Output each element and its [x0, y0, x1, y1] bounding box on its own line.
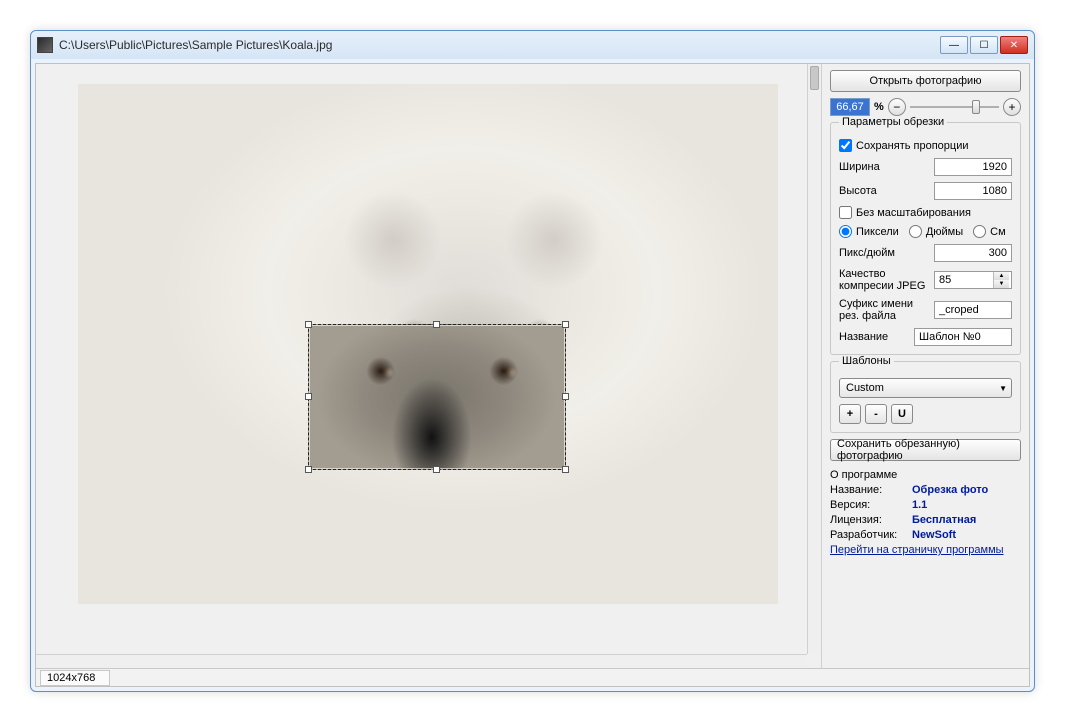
name-row: Название: [839, 328, 1012, 346]
template-select[interactable]: Custom ▼: [839, 378, 1012, 398]
percent-label: %: [874, 101, 884, 113]
no-scale-label: Без масштабирования: [856, 207, 971, 219]
ppi-label: Пикс/дюйм: [839, 247, 928, 259]
keep-aspect-label: Сохранять пропорции: [856, 140, 969, 152]
plus-icon: +: [1008, 101, 1015, 113]
unit-px-radio[interactable]: Пиксели: [839, 225, 899, 238]
crop-handle-bottom-left[interactable]: [305, 466, 312, 473]
about-link[interactable]: Перейти на страничку программы: [830, 544, 1021, 556]
minimize-button[interactable]: —: [940, 36, 968, 54]
client-area: Открыть фотографию % − + Параметры обрез…: [35, 63, 1030, 687]
jpeg-spinner[interactable]: ▲ ▼: [934, 271, 1012, 289]
open-photo-label: Открыть фотографию: [870, 75, 982, 87]
keep-aspect-input[interactable]: [839, 139, 852, 152]
suffix-row: Суфикс имени рез. файла: [839, 298, 1012, 322]
canvas-panel: [36, 64, 821, 668]
templates-title: Шаблоны: [839, 355, 894, 367]
width-input[interactable]: [934, 158, 1012, 176]
status-bar: 1024x768: [36, 668, 1029, 686]
vertical-scrollbar[interactable]: [807, 64, 821, 654]
crop-handle-middle-left[interactable]: [305, 393, 312, 400]
zoom-slider[interactable]: [910, 98, 999, 116]
height-label: Высота: [839, 185, 928, 197]
about-lic-value: Бесплатная: [912, 514, 976, 526]
unit-in-radio[interactable]: Дюймы: [909, 225, 963, 238]
window-controls: — ☐ ✕: [940, 36, 1028, 54]
crop-handle-top-middle[interactable]: [433, 321, 440, 328]
crop-group-title: Параметры обрезки: [839, 116, 947, 128]
scroll-thumb[interactable]: [810, 66, 819, 90]
about-section: О программе Название: Обрезка фото Версия…: [830, 469, 1021, 556]
crop-selection[interactable]: [308, 324, 566, 470]
canvas[interactable]: [36, 64, 807, 654]
app-window: C:\Users\Public\Pictures\Sample Pictures…: [30, 30, 1035, 692]
about-title: О программе: [830, 469, 1021, 481]
crop-parameters-group: Параметры обрезки Сохранять пропорции Ши…: [830, 122, 1021, 355]
no-scale-checkbox[interactable]: Без масштабирования: [839, 206, 1012, 219]
minimize-icon: —: [949, 40, 959, 51]
chevron-down-icon: ▼: [999, 384, 1007, 393]
suffix-label: Суфикс имени рез. файла: [839, 298, 928, 322]
about-name-value: Обрезка фото: [912, 484, 988, 496]
jpeg-input[interactable]: [935, 272, 993, 288]
jpeg-row: Качество компресии JPEG ▲ ▼: [839, 268, 1012, 292]
crop-handle-bottom-middle[interactable]: [433, 466, 440, 473]
name-label: Название: [839, 331, 908, 343]
ppi-row: Пикс/дюйм: [839, 244, 1012, 262]
unit-cm-radio[interactable]: См: [973, 225, 1006, 238]
ppi-input[interactable]: [934, 244, 1012, 262]
side-panel: Открыть фотографию % − + Параметры обрез…: [821, 64, 1029, 668]
zoom-out-button[interactable]: −: [888, 98, 906, 116]
template-update-button[interactable]: U: [891, 404, 913, 424]
zoom-row: % − +: [830, 98, 1021, 116]
about-dev-value: NewSoft: [912, 529, 956, 541]
slider-track: [910, 106, 999, 108]
about-lic-key: Лицензия:: [830, 514, 908, 526]
title-bar[interactable]: C:\Users\Public\Pictures\Sample Pictures…: [31, 31, 1034, 59]
spin-down-icon[interactable]: ▼: [994, 280, 1009, 288]
height-row: Высота: [839, 182, 1012, 200]
horizontal-scrollbar[interactable]: [36, 654, 807, 668]
save-cropped-button[interactable]: Сохранить обрезанную) фотографию: [830, 439, 1021, 461]
main-area: Открыть фотографию % − + Параметры обрез…: [36, 64, 1029, 668]
minus-icon: −: [893, 101, 900, 113]
template-add-button[interactable]: +: [839, 404, 861, 424]
crop-handle-bottom-right[interactable]: [562, 466, 569, 473]
name-input[interactable]: [914, 328, 1012, 346]
suffix-input[interactable]: [934, 301, 1012, 319]
height-input[interactable]: [934, 182, 1012, 200]
about-name-key: Название:: [830, 484, 908, 496]
spinner-arrows: ▲ ▼: [993, 272, 1009, 288]
status-dimensions: 1024x768: [40, 670, 110, 686]
crop-handle-top-left[interactable]: [305, 321, 312, 328]
template-buttons: + - U: [839, 404, 1012, 424]
open-photo-button[interactable]: Открыть фотографию: [830, 70, 1021, 92]
crop-handle-middle-right[interactable]: [562, 393, 569, 400]
keep-aspect-checkbox[interactable]: Сохранять пропорции: [839, 139, 1012, 152]
maximize-icon: ☐: [980, 40, 989, 51]
slider-thumb[interactable]: [972, 100, 980, 114]
width-label: Ширина: [839, 161, 928, 173]
save-cropped-label: Сохранить обрезанную) фотографию: [837, 438, 1014, 462]
template-selected: Custom: [846, 382, 884, 394]
close-icon: ✕: [1010, 40, 1018, 51]
spin-up-icon[interactable]: ▲: [994, 272, 1009, 280]
templates-group: Шаблоны Custom ▼ + - U: [830, 361, 1021, 433]
zoom-input[interactable]: [830, 98, 870, 116]
width-row: Ширина: [839, 158, 1012, 176]
about-dev-key: Разработчик:: [830, 529, 908, 541]
close-button[interactable]: ✕: [1000, 36, 1028, 54]
window-title: C:\Users\Public\Pictures\Sample Pictures…: [59, 38, 940, 52]
jpeg-label: Качество компресии JPEG: [839, 268, 928, 292]
about-ver-value: 1.1: [912, 499, 927, 511]
unit-radios: Пиксели Дюймы См: [839, 225, 1012, 238]
no-scale-input[interactable]: [839, 206, 852, 219]
maximize-button[interactable]: ☐: [970, 36, 998, 54]
app-icon: [37, 37, 53, 53]
about-ver-key: Версия:: [830, 499, 908, 511]
crop-handle-top-right[interactable]: [562, 321, 569, 328]
template-remove-button[interactable]: -: [865, 404, 887, 424]
zoom-in-button[interactable]: +: [1003, 98, 1021, 116]
